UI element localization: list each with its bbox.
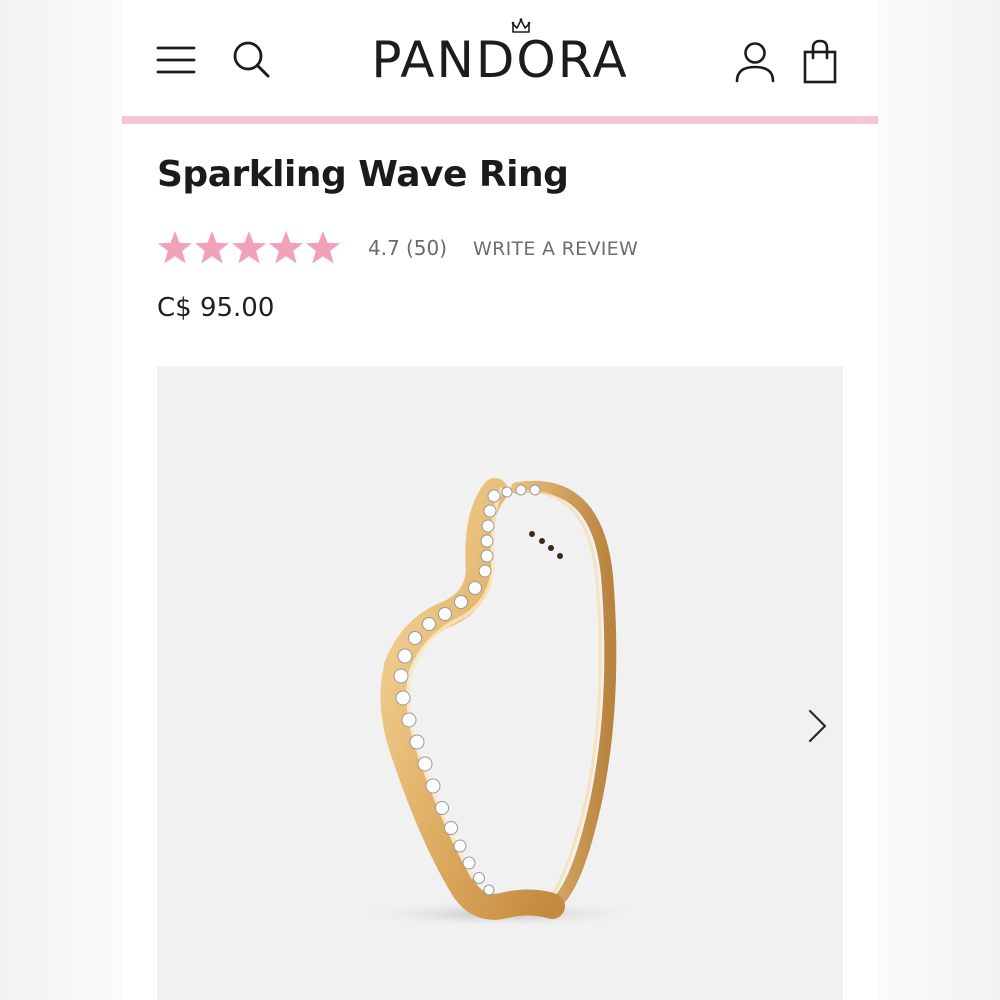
site-header: PANDORA <box>122 0 878 116</box>
star-icon <box>195 231 229 264</box>
star-icon <box>269 231 303 264</box>
logo-wordmark: PANDORA <box>371 31 629 89</box>
pandora-logo[interactable]: PANDORA <box>342 14 658 94</box>
star-icon <box>158 231 192 264</box>
shopping-bag-icon <box>803 39 837 84</box>
write-review-link[interactable]: WRITE A REVIEW <box>473 238 638 260</box>
shopping-bag-button[interactable] <box>800 38 840 86</box>
next-image-button[interactable] <box>797 706 837 746</box>
star-icon <box>232 231 266 264</box>
star-icon <box>306 231 340 264</box>
account-icon <box>735 42 775 83</box>
product-image-gallery[interactable] <box>157 366 843 1000</box>
product-title: Sparkling Wave Ring <box>157 154 569 195</box>
review-count[interactable]: (50) <box>406 236 447 260</box>
rating-value: 4.7 <box>368 236 400 260</box>
background-left <box>0 0 122 1000</box>
background-right <box>878 0 1000 1000</box>
menu-button[interactable] <box>156 42 196 78</box>
product-price: C$ 95.00 <box>157 293 275 323</box>
search-icon <box>233 41 270 78</box>
ring-product-image <box>352 478 652 928</box>
product-page: PANDORA Sparkling Wave Ring 4.7 (50) WRI… <box>122 0 878 1000</box>
rating-stars[interactable] <box>157 230 342 266</box>
search-button[interactable] <box>230 38 274 82</box>
rating-row: 4.7 (50) WRITE A REVIEW <box>157 226 797 270</box>
account-button[interactable] <box>734 40 776 84</box>
hamburger-menu-icon <box>156 46 196 74</box>
chevron-right-icon <box>808 709 827 743</box>
header-divider <box>122 116 878 124</box>
